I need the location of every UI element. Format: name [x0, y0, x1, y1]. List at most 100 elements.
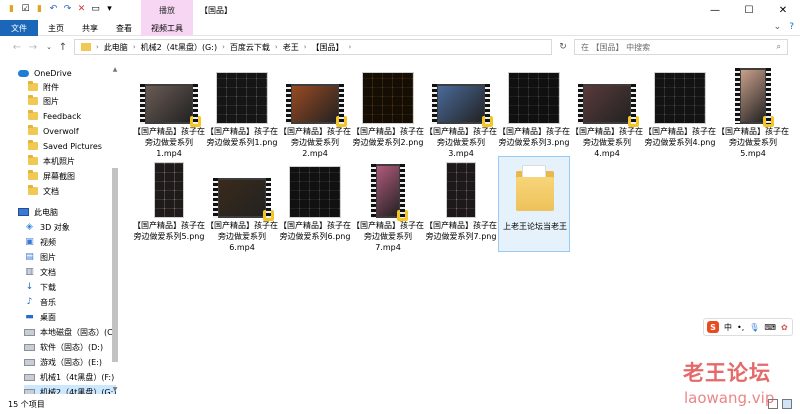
nav-item[interactable]: ▥ 文档: [24, 265, 56, 279]
expand-ribbon-icon[interactable]: ⌄: [774, 22, 782, 32]
pictures-icon: ▤: [25, 252, 34, 262]
keyboard-icon[interactable]: ⌨: [764, 323, 776, 332]
context-tab-play[interactable]: 播放: [141, 0, 193, 20]
recent-locations-icon[interactable]: ⌄: [42, 39, 56, 55]
nav-item[interactable]: 图片: [28, 94, 59, 108]
file-name: 【国产精品】孩子在旁边做爱系列5.mp4: [717, 127, 789, 158]
breadcrumb-item[interactable]: 此电脑: [104, 42, 128, 53]
file-item[interactable]: 【国产精品】孩子在旁边做爱系列3.png: [498, 62, 570, 158]
nav-item[interactable]: 文档: [28, 184, 59, 198]
skin-icon[interactable]: ✿: [781, 323, 788, 332]
cube-icon: ◈: [26, 222, 33, 232]
microphone-icon[interactable]: 🎙: [749, 323, 759, 332]
scroll-thumb[interactable]: [112, 168, 118, 362]
search-box[interactable]: 在 【国品】 中搜索 ⌕: [574, 39, 788, 55]
nav-item[interactable]: 本地磁盘（固态）(C:): [24, 325, 119, 339]
file-name: 【国产精品】孩子在旁边做爱系列7.mp4: [352, 221, 424, 252]
tab-share[interactable]: 共享: [76, 20, 104, 36]
onedrive-icon: [18, 69, 29, 77]
help-icon[interactable]: ?: [789, 22, 794, 32]
file-item[interactable]: 【国产精品】孩子在旁边做爱系列1.png: [206, 62, 278, 158]
nav-item-label: 桌面: [40, 312, 56, 322]
folder-icon: [81, 43, 91, 51]
nav-item[interactable]: 附件: [28, 80, 59, 94]
file-name: 【国产精品】孩子在旁边做爱系列6.png: [279, 221, 351, 241]
folder-icon: [28, 110, 38, 120]
properties-icon[interactable]: ☑: [20, 3, 31, 14]
large-icons-view-icon[interactable]: [782, 399, 792, 409]
customize-toolbar-icon[interactable]: ▾: [104, 3, 115, 14]
file-item[interactable]: ▶ 【国产精品】孩子在旁边做爱系列1.mp4: [133, 62, 205, 158]
punctuation-icon[interactable]: •,: [737, 323, 744, 332]
refresh-button[interactable]: ↻: [556, 39, 570, 55]
breadcrumb-item[interactable]: 百度云下载: [230, 42, 270, 53]
file-item[interactable]: 【国产精品】孩子在旁边做爱系列6.png: [279, 156, 351, 252]
nav-item[interactable]: 屏幕截图: [28, 169, 75, 183]
image-thumbnail: [654, 72, 706, 124]
nav-item[interactable]: ◈ 3D 对象: [24, 220, 70, 234]
file-item[interactable]: ▶ 【国产精品】孩子在旁边做爱系列2.mp4: [279, 62, 351, 158]
back-button[interactable]: ←: [10, 39, 24, 55]
nav-item[interactable]: 此电脑: [18, 205, 58, 219]
new-folder-icon[interactable]: ▮: [34, 3, 45, 14]
ime-language-label[interactable]: 中: [724, 322, 732, 333]
file-item[interactable]: 【国产精品】孩子在旁边做爱系列2.png: [352, 62, 424, 158]
nav-item[interactable]: 机械2（4t黑盘）(G:): [24, 385, 117, 394]
scroll-up-icon[interactable]: ▲: [110, 64, 120, 74]
nav-item[interactable]: Overwolf: [28, 124, 79, 138]
file-item[interactable]: ▶ 【国产精品】孩子在旁边做爱系列7.mp4: [352, 156, 424, 252]
minimize-button[interactable]: —: [698, 0, 732, 20]
folder-icon: [28, 140, 38, 150]
nav-item[interactable]: ↓ 下载: [24, 280, 56, 294]
nav-item[interactable]: ▬ 桌面: [24, 310, 56, 324]
nav-item[interactable]: 机械1（4t黑盘）(F:): [24, 370, 114, 384]
redo-icon[interactable]: ↷: [62, 3, 73, 14]
breadcrumb-item[interactable]: 老王: [283, 42, 299, 53]
nav-item[interactable]: OneDrive: [18, 66, 72, 80]
undo-icon[interactable]: ↶: [48, 3, 59, 14]
file-name: 【国产精品】孩子在旁边做爱系列6.mp4: [206, 221, 278, 252]
navigation-pane: OneDrive 附件 图片 Feedback Overwolf Saved Pictur…: [0, 60, 120, 394]
nav-item[interactable]: Saved Pictures: [28, 139, 102, 153]
file-item[interactable]: ▶ 【国产精品】孩子在旁边做爱系列6.mp4: [206, 156, 278, 252]
nav-item[interactable]: 软件（固态）(D:): [24, 340, 103, 354]
delete-icon[interactable]: ✕: [76, 3, 87, 14]
documents-icon: ▥: [25, 267, 34, 277]
file-name: 【国产精品】孩子在旁边做爱系列4.png: [644, 127, 716, 147]
breadcrumb-item[interactable]: 机械2（4t黑盘）(G:): [141, 42, 217, 53]
scroll-down-icon[interactable]: ▼: [110, 384, 120, 394]
file-item[interactable]: ▶ 【国产精品】孩子在旁边做爱系列4.mp4: [571, 62, 643, 158]
breadcrumb-item[interactable]: 【国品】: [312, 42, 344, 53]
folder-item[interactable]: 上老王论坛当老王: [498, 156, 570, 252]
file-item[interactable]: 【国产精品】孩子在旁边做爱系列4.png: [644, 62, 716, 158]
nav-item[interactable]: ▤ 图片: [24, 250, 56, 264]
nav-item[interactable]: 本机照片: [28, 154, 75, 168]
up-button[interactable]: ↑: [56, 39, 70, 55]
nav-item[interactable]: Feedback: [28, 109, 81, 123]
nav-item[interactable]: ♪ 音乐: [24, 295, 56, 309]
nav-item[interactable]: ▣ 视频: [24, 235, 56, 249]
sogou-logo-icon[interactable]: S: [707, 321, 719, 333]
tab-file[interactable]: 文件: [0, 20, 38, 36]
search-input[interactable]: 在 【国品】 中搜索: [581, 42, 650, 53]
tab-home[interactable]: 主页: [42, 20, 70, 36]
forward-button[interactable]: →: [26, 39, 40, 55]
watermark-url: laowang.vip: [684, 389, 775, 407]
close-button[interactable]: ✕: [766, 0, 800, 20]
file-item[interactable]: ▶ 【国产精品】孩子在旁边做爱系列3.mp4: [425, 62, 497, 158]
tab-view[interactable]: 查看: [110, 20, 138, 36]
nav-item-label: 本地磁盘（固态）(C:): [40, 327, 119, 337]
file-item[interactable]: ▶ 【国产精品】孩子在旁边做爱系列5.mp4: [717, 62, 789, 158]
tab-video-tools[interactable]: 视频工具: [141, 20, 193, 36]
video-thumbnail: ▶: [213, 178, 274, 221]
file-item[interactable]: 【国产精品】孩子在旁边做爱系列5.png: [133, 156, 205, 252]
folder-icon: [28, 170, 38, 180]
file-item[interactable]: 【国产精品】孩子在旁边做爱系列7.png: [425, 156, 497, 252]
nav-item[interactable]: 游戏（固态）(E:): [24, 355, 102, 369]
maximize-button[interactable]: ☐: [732, 0, 766, 20]
rename-icon[interactable]: ▭: [90, 3, 101, 14]
nav-scrollbar[interactable]: ▲ ▼: [110, 64, 120, 394]
image-thumbnail: [446, 162, 476, 218]
folder-icon[interactable]: ▮: [6, 3, 17, 14]
address-bar[interactable]: › 此电脑 › 机械2（4t黑盘）(G:) › 百度云下载 › 老王 › 【国品…: [74, 39, 552, 55]
